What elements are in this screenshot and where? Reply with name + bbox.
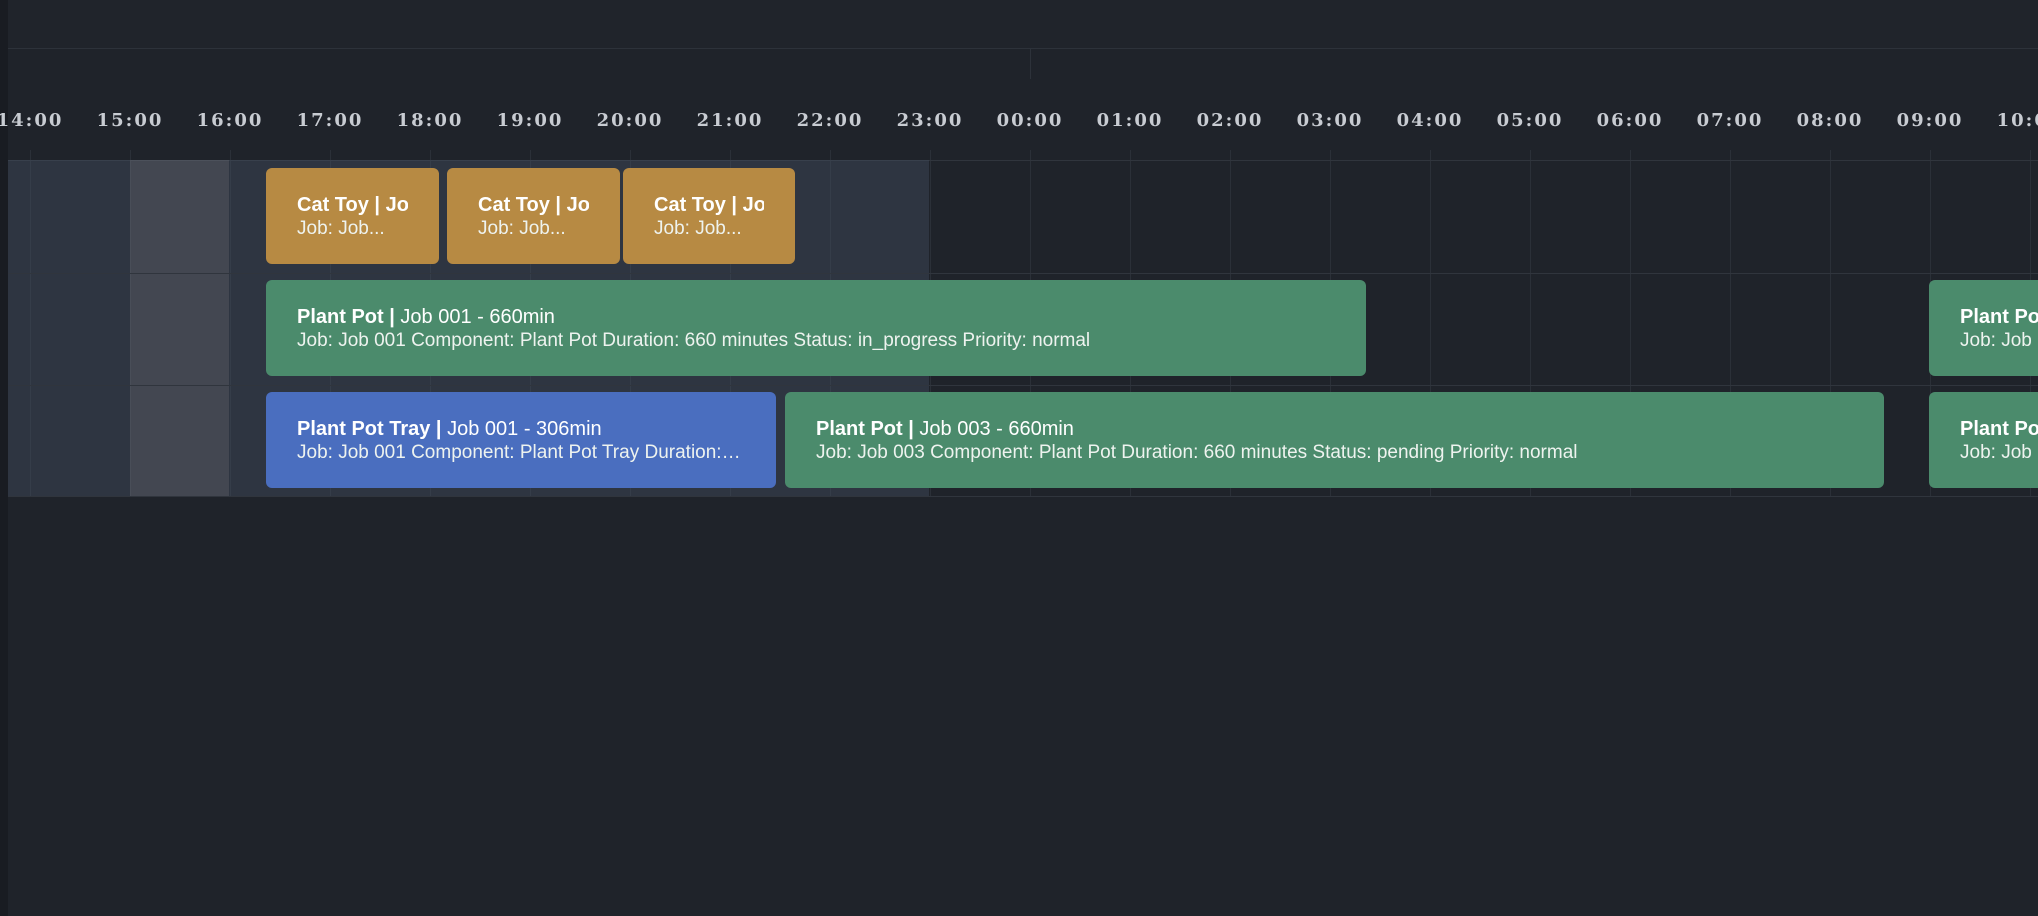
task-title: Plant Pot | [816, 418, 914, 440]
task-title: Cat Toy | Job [478, 194, 589, 216]
time-tick-label: 00:00 [996, 110, 1064, 131]
time-tick-label: 10:00 [1996, 110, 2038, 131]
time-tick-label: 04:00 [1396, 110, 1464, 131]
task-subtitle: Job: Job... [654, 218, 742, 239]
task-title-suffix: Job 001 - 660min [400, 306, 555, 328]
time-tick-label: 21:00 [696, 110, 764, 131]
task-title: Plant Pot | [1960, 418, 2038, 440]
time-tick-label: 22:00 [796, 110, 864, 131]
task-subtitle: Job: Job [1960, 330, 2032, 351]
task-bar-plant-pot[interactable]: Plant Pot | Job 001 - 660min Job: Job 00… [266, 280, 1366, 376]
time-tick-label: 19:00 [496, 110, 564, 131]
toolbar-divider [1030, 49, 1031, 79]
time-tick-label: 01:00 [1096, 110, 1164, 131]
task-bar-cat-toy[interactable]: Cat Toy | Job Job: Job... [623, 168, 795, 264]
task-bar-plant-pot[interactable]: Plant Pot | Job: Job [1929, 280, 2038, 376]
current-hour-shade [130, 160, 229, 496]
time-tick-label: 06:00 [1596, 110, 1664, 131]
task-title-suffix: Job 001 - 306min [447, 418, 602, 440]
time-tick-label: 14:00 [0, 110, 64, 131]
time-tick-label: 05:00 [1496, 110, 1564, 131]
time-tick-label: 23:00 [896, 110, 964, 131]
task-bar-plant-pot[interactable]: Plant Pot | Job 003 - 660min Job: Job 00… [785, 392, 1884, 488]
task-title: Plant Pot Tray | [297, 418, 442, 440]
row-divider [8, 496, 2038, 497]
time-tick-label: 17:00 [296, 110, 364, 131]
task-title: Plant Pot | [1960, 306, 2038, 328]
task-bar-cat-toy[interactable]: Cat Toy | Job Job: Job... [266, 168, 439, 264]
time-tick-label: 08:00 [1796, 110, 1864, 131]
task-subtitle: Job: Job 003 Component: Plant Pot Durati… [816, 442, 1578, 463]
task-bar-plant-pot-tray[interactable]: Plant Pot Tray | Job 001 - 306min Job: J… [266, 392, 776, 488]
task-subtitle: Job: Job [1960, 442, 2032, 463]
time-tick-label: 09:00 [1896, 110, 1964, 131]
task-subtitle: Job: Job... [297, 218, 385, 239]
time-tick-label: 18:00 [396, 110, 464, 131]
task-title: Cat Toy | Job [654, 194, 764, 216]
time-tick-label: 07:00 [1696, 110, 1764, 131]
time-tick-label: 15:00 [96, 110, 164, 131]
task-bar-plant-pot[interactable]: Plant Pot | Job: Job [1929, 392, 2038, 488]
past-time-shade [8, 160, 130, 496]
left-border [0, 0, 8, 916]
time-tick-label: 20:00 [596, 110, 664, 131]
time-tick-label: 02:00 [1196, 110, 1264, 131]
task-title: Cat Toy | Job [297, 194, 408, 216]
task-subtitle: Job: Job... [478, 218, 566, 239]
toolbar-area [8, 0, 2038, 49]
task-subtitle: Job: Job 001 Component: Plant Pot Durati… [297, 330, 1091, 351]
row-divider [8, 273, 2038, 274]
task-title: Plant Pot | [297, 306, 395, 328]
task-subtitle: Job: Job 001 Component: Plant Pot Tray D… [297, 442, 745, 463]
row-divider [8, 385, 2038, 386]
task-title-suffix: Job 003 - 660min [919, 418, 1074, 440]
time-tick-label: 16:00 [196, 110, 264, 131]
task-bar-cat-toy[interactable]: Cat Toy | Job Job: Job... [447, 168, 620, 264]
time-tick-label: 03:00 [1296, 110, 1364, 131]
